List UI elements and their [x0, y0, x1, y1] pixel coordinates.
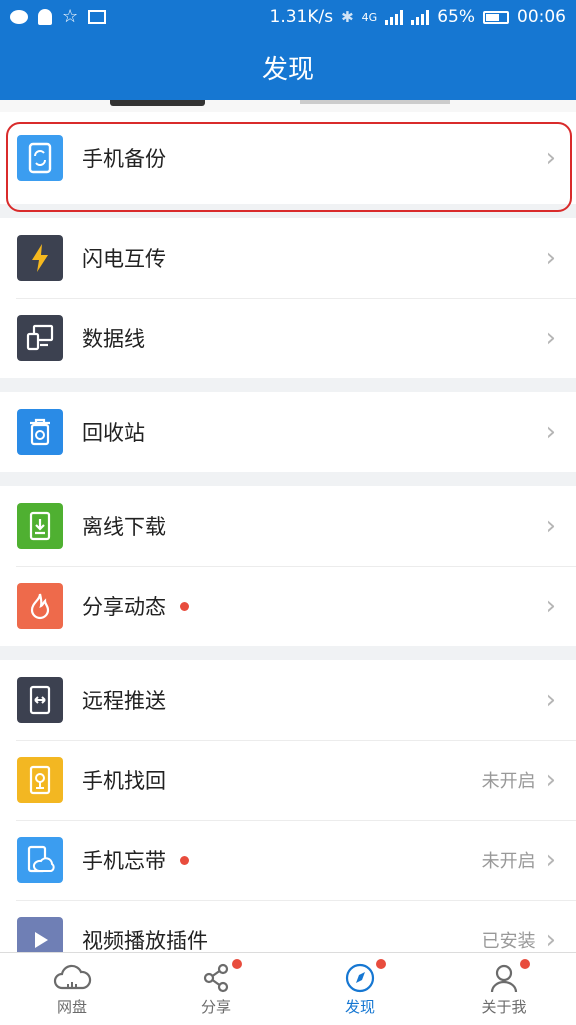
- status-notifications: ☆: [10, 6, 107, 27]
- bottom-navigation: 网盘 分享 发现 关于我: [0, 952, 576, 1025]
- list-item-trailing: ›: [546, 218, 556, 298]
- chevron-right-icon: ›: [545, 925, 556, 955]
- list-group: 远程推送 › 手机找回 未开启 › 手机忘带 未开启 › 视频播放插件 已安装 ›: [0, 660, 576, 980]
- list-item-trailing: ›: [546, 112, 556, 204]
- tab-share[interactable]: 分享: [144, 953, 288, 1025]
- list-group: 闪电互传 › 数据线 ›: [0, 218, 576, 378]
- data-cable-icon: [17, 315, 63, 361]
- list-item-label: 手机备份: [82, 147, 166, 171]
- list-item-trailing: ›: [546, 298, 556, 378]
- list-item-trailing: ›: [546, 486, 556, 566]
- list-item-lightning[interactable]: 闪电互传 ›: [0, 218, 576, 298]
- list-item-label: 离线下载: [82, 515, 166, 539]
- signal-icon-2: [411, 9, 430, 25]
- list-item-label: 远程推送: [82, 689, 166, 713]
- list-item-phone-backup[interactable]: 手机备份 ›: [0, 112, 576, 212]
- recycle-bin-icon: [17, 409, 63, 455]
- list-item-label: 回收站: [82, 421, 145, 445]
- phone-forgot-icon: [17, 837, 63, 883]
- list-item-trailing: ›: [546, 392, 556, 472]
- profile-icon: [488, 962, 520, 996]
- new-indicator-dot: [180, 601, 189, 611]
- clock: 00:06: [517, 7, 566, 27]
- list-item-label: 手机忘带: [82, 849, 166, 873]
- offline-download-icon: [17, 503, 63, 549]
- list-item-phone-find[interactable]: 手机找回 未开启 ›: [0, 740, 576, 820]
- list-item-label: 手机找回: [82, 769, 166, 793]
- signal-icon: [385, 9, 404, 25]
- list-item-recycle-bin[interactable]: 回收站 ›: [0, 392, 576, 472]
- chevron-right-icon: ›: [545, 685, 556, 715]
- tab-label: 网盘: [56, 997, 87, 1016]
- tab-profile[interactable]: 关于我: [432, 953, 576, 1025]
- notification-badge: [376, 959, 386, 969]
- star-notification-icon: ☆: [62, 6, 79, 27]
- banner-peek: [0, 100, 576, 112]
- remote-push-icon: [17, 677, 63, 723]
- list-item-phone-forgot[interactable]: 手机忘带 未开启 ›: [0, 820, 576, 900]
- network-speed: 1.31K/s: [269, 7, 334, 27]
- network-type: 4G: [361, 10, 378, 24]
- tab-cloud[interactable]: 网盘: [0, 953, 144, 1025]
- battery-percent: 65%: [437, 7, 475, 27]
- status-text: 未开启: [481, 771, 536, 792]
- list-item-trailing: 未开启 ›: [482, 820, 556, 900]
- tab-compass[interactable]: 发现: [288, 953, 432, 1025]
- tab-label: 发现: [344, 997, 375, 1016]
- battery-icon: [483, 10, 509, 24]
- chevron-right-icon: ›: [545, 243, 556, 273]
- new-indicator-dot: [180, 855, 189, 865]
- phone-backup-icon: [17, 135, 63, 181]
- list-item-label: 数据线: [82, 327, 145, 351]
- chevron-right-icon: ›: [545, 417, 556, 447]
- list-group: 手机备份 ›: [0, 112, 576, 212]
- cloud-icon: [52, 962, 92, 996]
- status-text: 未开启: [481, 851, 536, 872]
- image-notification-icon: [88, 10, 107, 24]
- bluetooth-icon: ✱: [341, 8, 354, 26]
- list-item-offline-download[interactable]: 离线下载 ›: [0, 486, 576, 566]
- tab-label: 关于我: [481, 997, 527, 1016]
- list-item-label: 闪电互传: [82, 247, 166, 271]
- chevron-right-icon: ›: [545, 143, 556, 173]
- chevron-right-icon: ›: [545, 591, 556, 621]
- list-item-remote-push[interactable]: 远程推送 ›: [0, 660, 576, 740]
- chevron-right-icon: ›: [545, 323, 556, 353]
- chevron-right-icon: ›: [545, 765, 556, 795]
- list-item-label: 视频播放插件: [82, 929, 208, 953]
- list-item-trailing: ›: [546, 660, 556, 740]
- lightning-icon: [17, 235, 63, 281]
- share-icon: [200, 962, 232, 996]
- list-item-flame[interactable]: 分享动态 ›: [0, 566, 576, 646]
- chevron-right-icon: ›: [545, 845, 556, 875]
- notification-badge: [232, 959, 242, 969]
- discover-list: 手机备份 › 闪电互传 › 数据线 › 回收站 › 离线下载 › 分享动态 › 远程推送 › 手机找回 未开启…: [0, 112, 576, 994]
- status-text: 已安装: [481, 931, 536, 952]
- notification-badge: [520, 959, 530, 969]
- compass-icon: [344, 962, 376, 996]
- list-item-trailing: 未开启 ›: [482, 740, 556, 820]
- list-group: 离线下载 › 分享动态 ›: [0, 486, 576, 646]
- tab-label: 分享: [200, 997, 231, 1016]
- chat-notification-icon: [10, 10, 28, 24]
- list-item-data-cable[interactable]: 数据线 ›: [0, 298, 576, 378]
- status-bar: ☆ 1.31K/s ✱ 4G 65% 00:06: [0, 0, 576, 34]
- page-header: 发现: [0, 34, 576, 100]
- list-item-label: 分享动态: [82, 595, 166, 619]
- list-item-trailing: ›: [546, 566, 556, 646]
- chevron-right-icon: ›: [545, 511, 556, 541]
- bell-notification-icon: [38, 9, 52, 25]
- list-group: 回收站 ›: [0, 392, 576, 472]
- phone-find-icon: [17, 757, 63, 803]
- page-title: 发现: [261, 54, 314, 85]
- flame-icon: [17, 583, 63, 629]
